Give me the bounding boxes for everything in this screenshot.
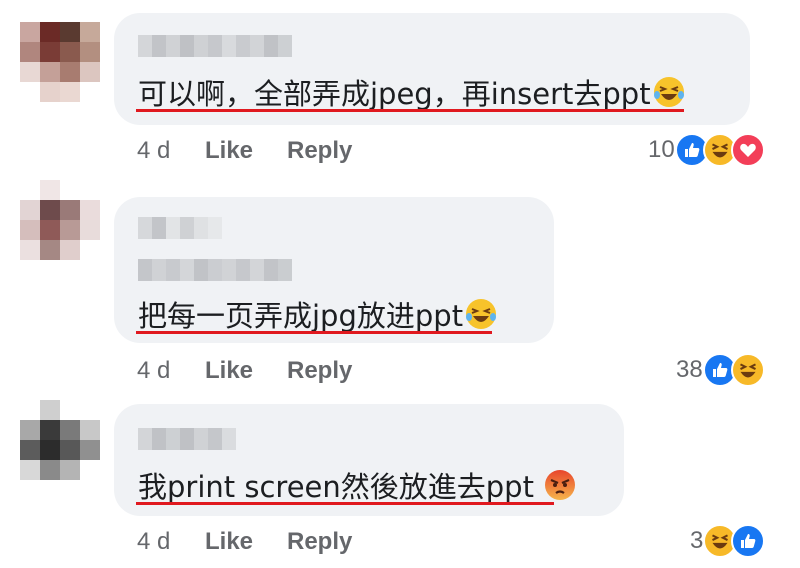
like-button[interactable]: Like <box>205 528 253 556</box>
blurred-author-name-line-2 <box>138 259 292 281</box>
blurred-author-name[interactable] <box>138 35 292 57</box>
comment-text-content: 我print screen然後放進去ppt <box>138 470 534 504</box>
avatar[interactable] <box>20 180 100 260</box>
like-button[interactable]: Like <box>205 357 253 385</box>
reaction-count: 38 <box>676 356 703 383</box>
comment-text: 把每一页弄成jpg放进ppt <box>138 293 497 335</box>
timestamp[interactable]: 4 d <box>137 357 170 385</box>
red-underline <box>136 331 492 334</box>
avatar[interactable] <box>20 22 100 102</box>
like-button[interactable]: Like <box>205 137 253 165</box>
comment-text: 我print screen然後放進去ppt <box>138 464 576 506</box>
reply-button[interactable]: Reply <box>287 357 352 385</box>
reply-button[interactable]: Reply <box>287 137 352 165</box>
laughing-tears-emoji-icon <box>653 76 685 108</box>
reaction-count: 3 <box>690 527 704 554</box>
laughing-tears-emoji-icon <box>465 298 497 330</box>
love-reaction-icon <box>730 133 765 167</box>
timestamp[interactable]: 4 d <box>137 137 170 165</box>
red-underline <box>136 502 554 505</box>
avatar[interactable] <box>20 400 100 480</box>
blurred-author-name[interactable] <box>138 217 222 239</box>
haha-reaction-icon <box>730 353 765 387</box>
comment-bubble: 把每一页弄成jpg放进ppt <box>114 197 554 343</box>
reaction-summary[interactable]: 10 <box>648 133 765 167</box>
reaction-count: 10 <box>648 136 675 163</box>
timestamp[interactable]: 4 d <box>137 528 170 556</box>
reply-button[interactable]: Reply <box>287 528 352 556</box>
reaction-summary[interactable]: 38 <box>676 353 765 387</box>
blurred-author-name[interactable] <box>138 428 236 450</box>
angry-emoji-icon <box>544 469 576 501</box>
comment-text: 可以啊，全部弄成jpeg，再insert去ppt <box>138 71 685 113</box>
comment-bubble: 我print screen然後放進去ppt <box>114 404 624 516</box>
comment-bubble: 可以啊，全部弄成jpeg，再insert去ppt <box>114 13 750 125</box>
reaction-summary[interactable]: 3 <box>690 524 766 558</box>
comment-text-content: 可以啊，全部弄成jpeg，再insert去ppt <box>138 77 651 111</box>
red-underline <box>136 109 684 112</box>
like-reaction-icon <box>731 524 766 558</box>
comment-text-content: 把每一页弄成jpg放进ppt <box>138 299 464 333</box>
